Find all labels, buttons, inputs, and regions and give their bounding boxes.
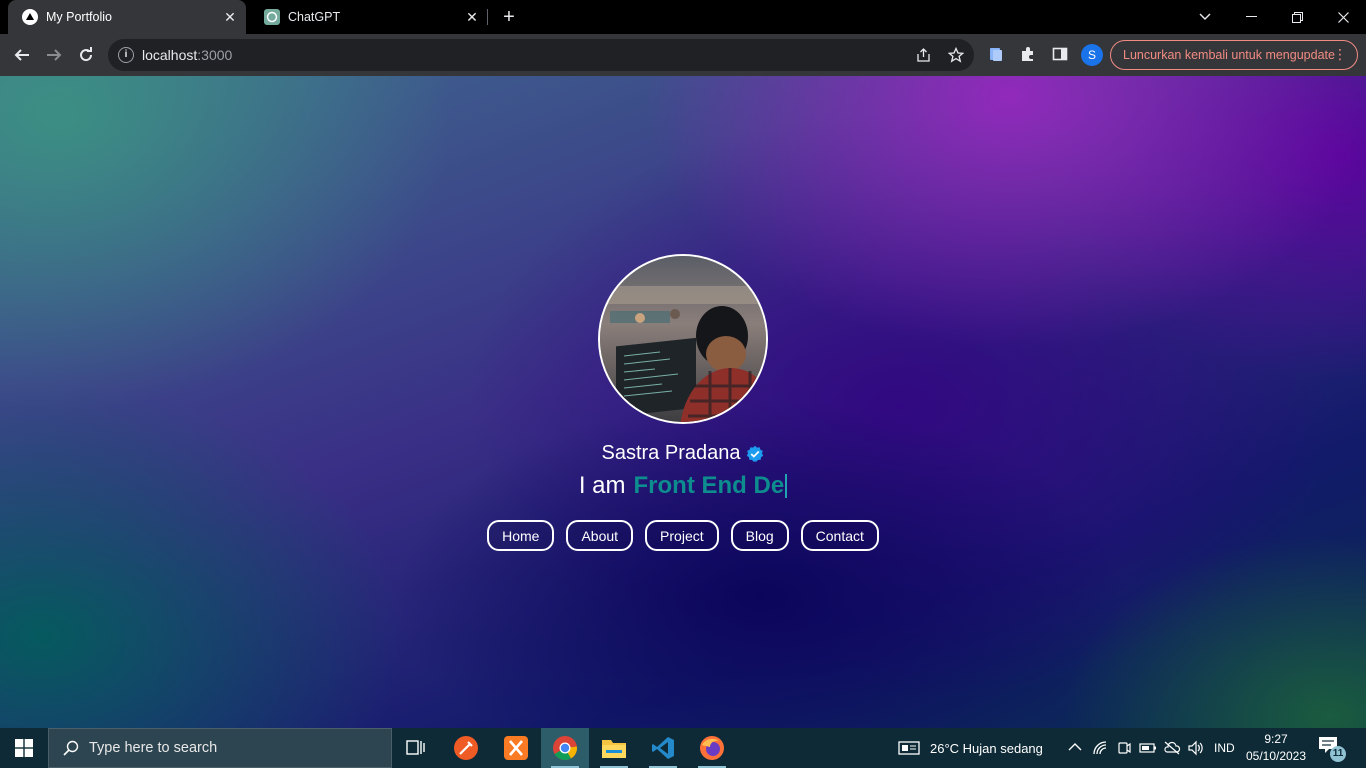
minimize-button[interactable]	[1228, 0, 1274, 34]
nav-blog-button[interactable]: Blog	[730, 520, 789, 551]
onedrive-paused-icon[interactable]	[1163, 740, 1181, 756]
tab-title: ChatGPT	[288, 10, 341, 24]
relaunch-update-button[interactable]: Luncurkan kembali untuk mengupdate ⋮	[1110, 40, 1358, 70]
taskbar-search-box[interactable]: Type here to search	[48, 728, 392, 768]
weather-news-icon[interactable]	[898, 740, 922, 756]
clock-date: 05/10/2023	[1245, 749, 1307, 763]
profile-name: Sastra Pradana	[601, 442, 741, 464]
meet-now-icon[interactable]	[1116, 740, 1132, 756]
new-tab-button[interactable]: +	[498, 6, 520, 28]
weather-text[interactable]: 26°C Hujan sedang	[930, 728, 1043, 768]
task-view-icon[interactable]	[392, 728, 440, 768]
postman-icon[interactable]	[442, 728, 490, 768]
close-tab-icon[interactable]: ✕	[220, 7, 240, 27]
vscode-icon[interactable]	[639, 728, 687, 768]
nextjs-triangle-icon	[22, 9, 38, 25]
browser-toolbar: i localhost:3000 S Luncurkan kembali unt…	[0, 34, 1366, 76]
restore-button[interactable]	[1274, 0, 1320, 34]
close-window-button[interactable]	[1320, 0, 1366, 34]
file-explorer-icon[interactable]	[590, 728, 638, 768]
notification-center-button[interactable]: 11	[1318, 736, 1348, 762]
share-icon[interactable]	[916, 47, 932, 63]
profile-name-row: Sastra Pradana	[0, 442, 1366, 465]
speaker-volume-icon[interactable]	[1187, 740, 1203, 756]
notification-count-badge: 11	[1330, 746, 1346, 762]
side-panel-icon[interactable]	[1051, 46, 1069, 64]
verified-badge-icon	[746, 445, 764, 463]
nav-contact-button[interactable]: Contact	[800, 520, 879, 551]
windows-logo-icon	[15, 739, 33, 757]
tab-chatgpt[interactable]: ChatGPT ✕	[250, 0, 488, 34]
search-icon	[63, 740, 79, 756]
url-text: localhost:3000	[142, 47, 233, 63]
close-tab-icon[interactable]: ✕	[462, 7, 482, 27]
clock-time: 9:27	[1264, 732, 1288, 746]
system-clock[interactable]: 9:27 05/10/2023	[1240, 731, 1312, 765]
forward-button[interactable]	[40, 41, 68, 69]
chevron-up-icon[interactable]	[1067, 740, 1083, 756]
extensions-puzzle-icon[interactable]	[1019, 46, 1037, 64]
nav-about-button[interactable]: About	[566, 520, 634, 551]
wifi-icon[interactable]	[1092, 740, 1108, 756]
tab-search-chevron-icon[interactable]	[1182, 0, 1228, 34]
site-info-icon[interactable]: i	[118, 47, 134, 63]
nav-home-button[interactable]: Home	[487, 520, 555, 551]
chatgpt-icon	[264, 9, 280, 25]
battery-icon[interactable]	[1139, 740, 1156, 756]
start-button[interactable]	[0, 728, 48, 768]
portfolio-hero: Sastra Pradana I am Front End De Home Ab…	[0, 76, 1366, 728]
xampp-icon[interactable]	[492, 728, 540, 768]
tab-divider	[487, 9, 488, 25]
update-label: Luncurkan kembali untuk mengupdate	[1123, 48, 1335, 62]
profile-avatar[interactable]: S	[1081, 44, 1103, 66]
nav-project-button[interactable]: Project	[645, 520, 719, 551]
search-placeholder: Type here to search	[89, 740, 218, 756]
role-prefix: I am	[578, 472, 626, 499]
windows-taskbar: Type here to search 26°C Hujan sedang IN…	[0, 728, 1366, 768]
tab-title: My Portfolio	[46, 10, 112, 24]
browser-tab-strip: My Portfolio ✕ ChatGPT ✕ +	[0, 0, 1366, 34]
extension-docs-icon[interactable]	[987, 46, 1005, 64]
firefox-icon[interactable]	[688, 728, 736, 768]
bookmark-star-icon[interactable]	[947, 46, 965, 63]
more-vert-icon[interactable]: ⋮	[1333, 46, 1347, 63]
input-language[interactable]: IND	[1214, 728, 1235, 768]
typed-role-text: Front End De	[633, 472, 785, 499]
typing-role-row: I am Front End De	[0, 472, 1366, 500]
reload-button[interactable]	[72, 41, 100, 69]
hero-nav: Home About Project Blog Contact	[0, 520, 1366, 551]
address-bar[interactable]: i localhost:3000	[108, 39, 974, 71]
back-button[interactable]	[8, 41, 36, 69]
typing-caret	[785, 474, 788, 498]
chrome-taskbar-icon[interactable]	[541, 728, 589, 768]
profile-photo	[598, 254, 768, 424]
tab-my-portfolio[interactable]: My Portfolio ✕	[8, 0, 246, 34]
